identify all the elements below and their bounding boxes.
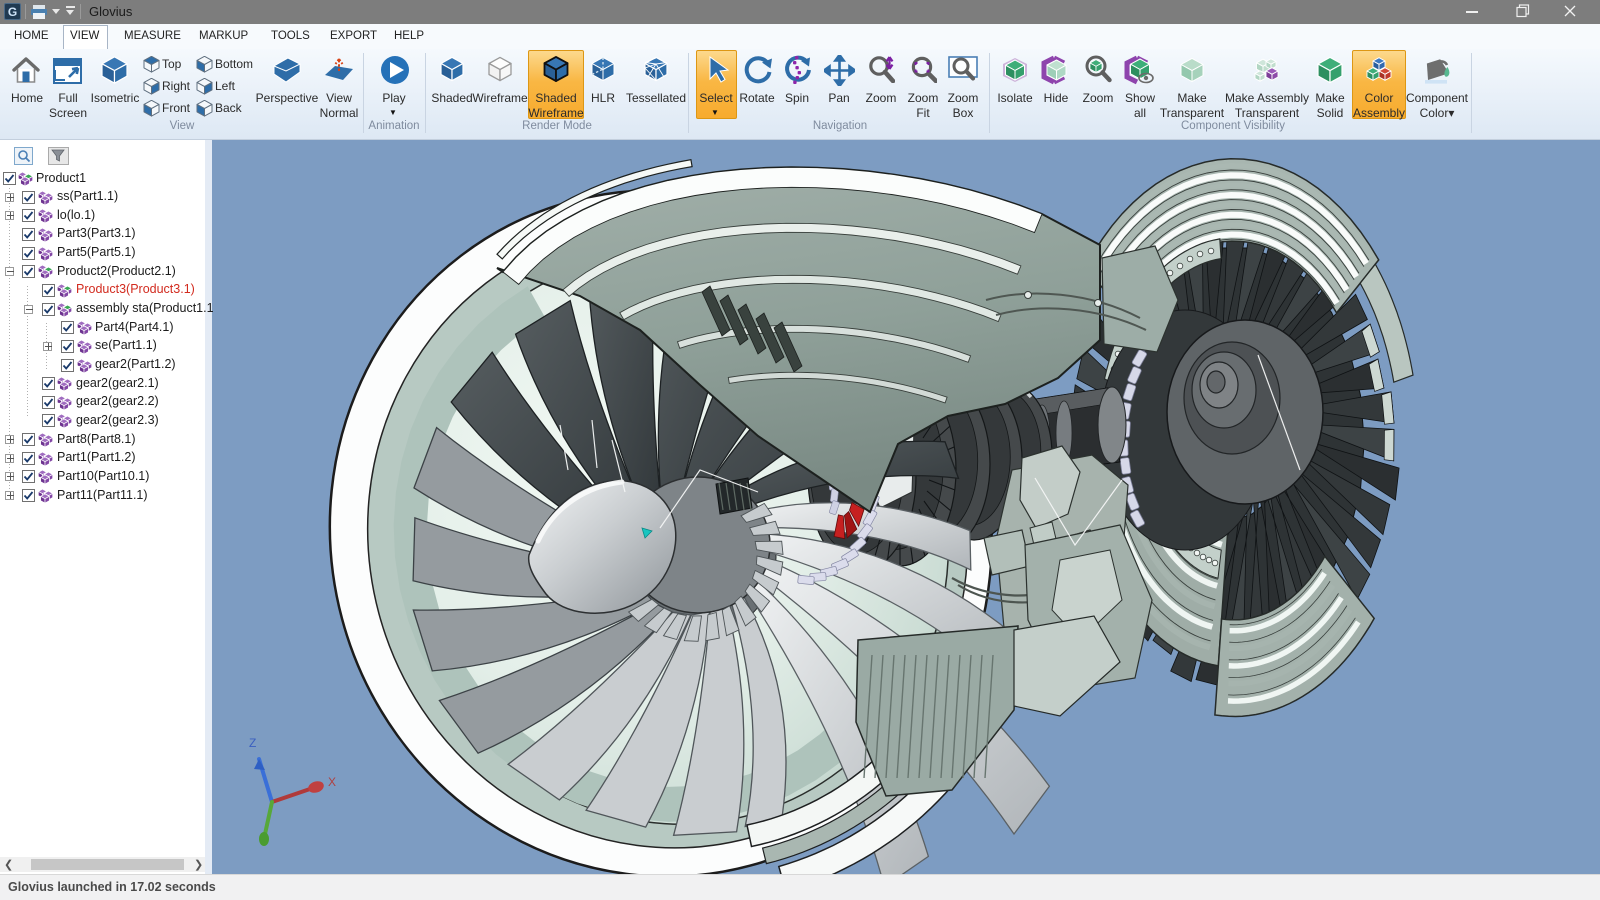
svg-text:X: X bbox=[328, 775, 336, 789]
svg-text:Z: Z bbox=[249, 736, 256, 750]
